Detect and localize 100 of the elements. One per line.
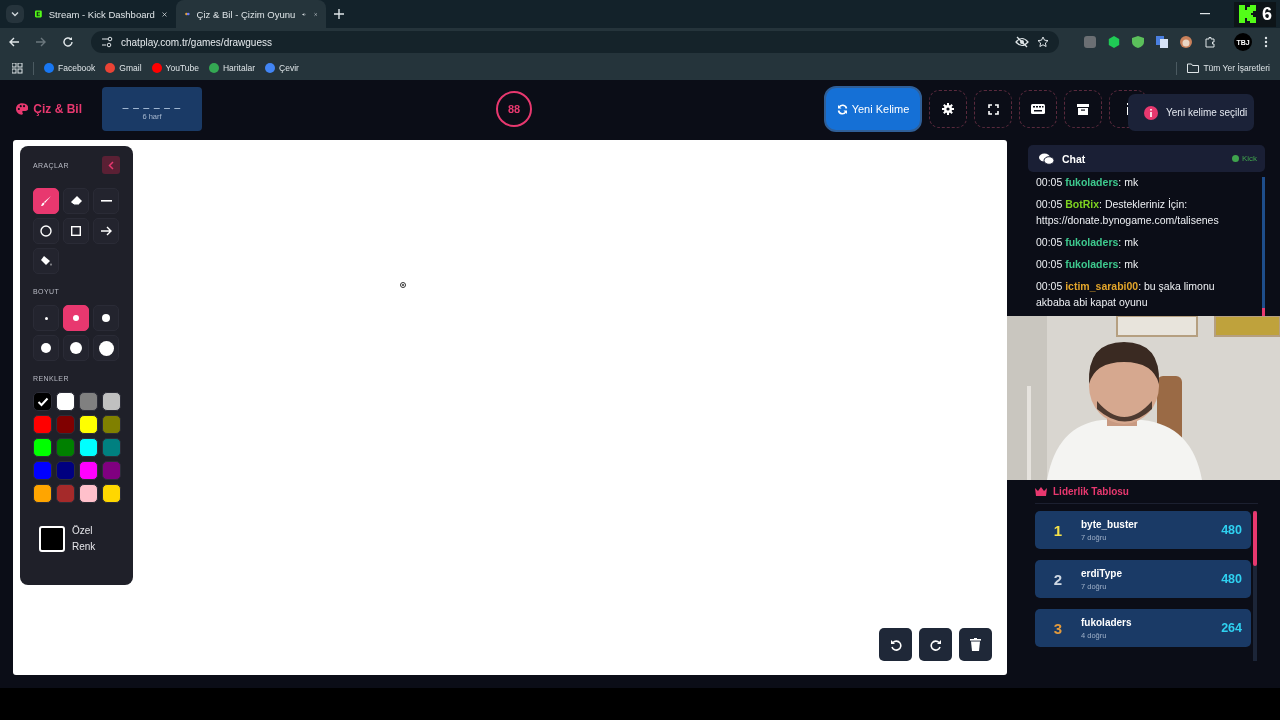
browser-tab[interactable]: Çiz & Bil - Çizim Oyunu [176, 0, 326, 28]
chat-message: 00:05 BotRix: Destekleriniz İçin: https://donate.bynogame.com/talisenes [1036, 197, 1220, 228]
more-icon[interactable] [1264, 36, 1268, 48]
color-swatch[interactable] [33, 484, 52, 503]
shield-icon[interactable] [1132, 36, 1144, 48]
clear-button[interactable] [959, 628, 992, 661]
custom-color-swatch[interactable] [39, 526, 65, 552]
settings-button[interactable] [929, 90, 967, 128]
rectangle-tool[interactable] [63, 218, 89, 244]
word-mask: _ _ _ _ _ _ [122, 97, 182, 109]
circle-icon [40, 225, 52, 237]
timer: 88 [496, 91, 532, 127]
viewer-count: 6 [1262, 3, 1272, 25]
color-swatch[interactable] [102, 415, 121, 434]
archive-icon [1077, 103, 1089, 115]
arrow-tool[interactable] [93, 218, 119, 244]
color-swatch[interactable] [56, 392, 75, 411]
address-bar[interactable]: chatplay.com.tr/games/drawguess [91, 31, 1059, 53]
refresh-icon [836, 103, 848, 115]
chevron-left-icon [108, 160, 114, 170]
checkmark-icon [36, 396, 49, 407]
new-word-button[interactable]: Yeni Kelime [824, 86, 922, 132]
palette-icon [16, 103, 29, 115]
crown-icon [1035, 487, 1047, 496]
color-swatch[interactable] [79, 392, 98, 411]
fill-tool[interactable] [33, 248, 59, 274]
kick-favicon-icon [35, 8, 42, 20]
color-swatch[interactable] [33, 392, 52, 411]
color-swatch[interactable] [79, 461, 98, 480]
eraser-tool[interactable] [63, 188, 89, 214]
player-score: 480 [1221, 523, 1242, 537]
brush-size-option[interactable] [63, 305, 89, 331]
color-swatch[interactable] [102, 438, 121, 457]
new-tab-icon[interactable] [334, 9, 344, 19]
browser-tab[interactable]: Stream - Kick Dashboard [26, 0, 176, 28]
eye-off-icon[interactable] [1015, 36, 1029, 48]
kick-logo-icon [1238, 4, 1258, 24]
brush-tool[interactable] [33, 188, 59, 214]
minimize-icon[interactable] [1200, 13, 1210, 15]
settings-icon [942, 103, 954, 115]
color-swatch[interactable] [56, 415, 75, 434]
undo-button[interactable] [879, 628, 912, 661]
app-logo: Çiz & Bil [33, 102, 82, 116]
bookmark[interactable]: Çevir [265, 63, 299, 73]
color-swatch[interactable] [79, 484, 98, 503]
apps-grid-icon[interactable] [12, 62, 23, 74]
archive-button[interactable] [1064, 90, 1102, 128]
bookmark[interactable]: YouTube [151, 63, 199, 73]
folder-icon [1187, 63, 1200, 73]
rank-number: 2 [1052, 570, 1064, 588]
fullscreen-button[interactable] [974, 90, 1012, 128]
site-settings-icon[interactable] [101, 36, 113, 48]
brush-size-option[interactable] [33, 335, 59, 361]
color-swatch[interactable] [56, 438, 75, 457]
redo-button[interactable] [919, 628, 952, 661]
back-icon[interactable] [8, 36, 20, 48]
star-icon[interactable] [1037, 36, 1049, 48]
brush-size-option[interactable] [93, 305, 119, 331]
translate-icon[interactable] [1156, 36, 1168, 48]
extension-icon[interactable] [1108, 36, 1120, 48]
collapse-button[interactable] [102, 156, 120, 174]
color-swatch[interactable] [33, 461, 52, 480]
color-swatch[interactable] [56, 461, 75, 480]
brush-size-option[interactable] [93, 335, 119, 361]
color-swatch[interactable] [56, 484, 75, 503]
color-swatch[interactable] [102, 392, 121, 411]
leaderboard-title: Liderlik Tablosu [1053, 486, 1129, 497]
all-bookmarks[interactable]: Tüm Yer İşaretleri [1187, 63, 1270, 73]
brush-icon [40, 195, 52, 207]
circle-tool[interactable] [33, 218, 59, 244]
close-icon[interactable] [161, 9, 167, 19]
color-swatch[interactable] [33, 415, 52, 434]
platform-label: Kick [1241, 154, 1257, 163]
trash-icon [970, 638, 981, 651]
brush-cursor-icon [400, 282, 406, 288]
line-icon [100, 200, 112, 202]
line-tool[interactable] [93, 188, 119, 214]
color-swatch[interactable] [102, 461, 121, 480]
chevron-down-icon [10, 9, 20, 19]
brush-size-option[interactable] [63, 335, 89, 361]
extension-icon[interactable] [1180, 36, 1192, 48]
color-swatch[interactable] [79, 438, 98, 457]
status-dot [1231, 155, 1239, 162]
toast-message: Yeni kelime seçildi [1166, 107, 1248, 118]
forward-icon[interactable] [35, 36, 47, 48]
color-swatch[interactable] [33, 438, 52, 457]
tab-search-button[interactable] [6, 5, 24, 23]
bookmark[interactable]: Haritalar [208, 63, 256, 73]
bookmark[interactable]: Gmail [105, 63, 142, 73]
color-swatch[interactable] [79, 415, 98, 434]
color-swatch[interactable] [102, 484, 121, 503]
keyboard-button[interactable] [1019, 90, 1057, 128]
reload-icon[interactable] [62, 36, 74, 48]
chat-bubbles-icon [1039, 152, 1054, 165]
player-name: byte_buster [1081, 518, 1139, 530]
player-score: 264 [1221, 621, 1242, 635]
custom-color-label: Özel Renk [72, 524, 97, 554]
puzzle-icon[interactable] [1204, 36, 1216, 48]
bookmark[interactable]: Facebook [44, 63, 96, 73]
undo-icon [889, 638, 902, 651]
